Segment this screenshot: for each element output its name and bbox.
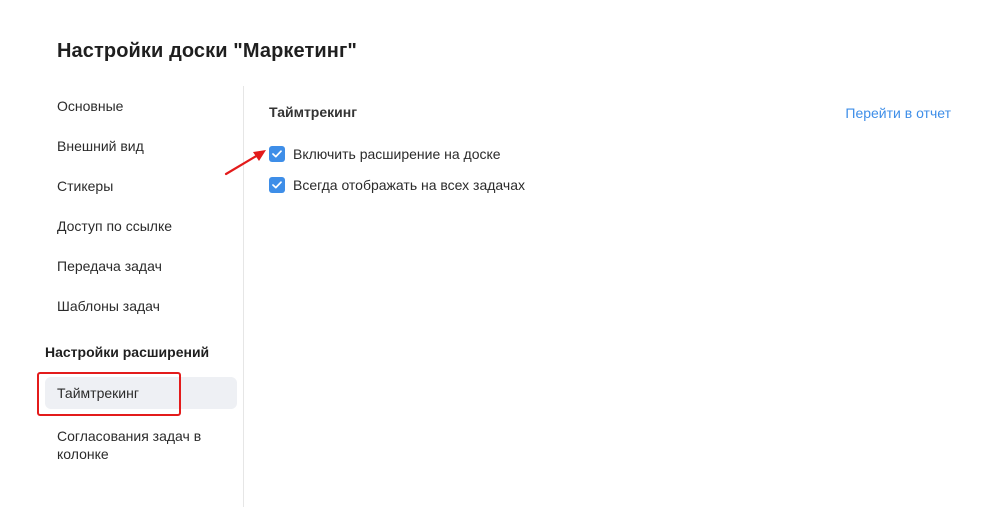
section-title: Таймтрекинг	[269, 104, 358, 120]
sidebar-item-general[interactable]: Основные	[57, 97, 123, 115]
sidebar-item-link-access[interactable]: Доступ по ссылке	[57, 217, 172, 235]
settings-sidebar: Основные Внешний вид Стикеры Доступ по с…	[0, 86, 244, 507]
checkmark-icon	[272, 181, 282, 189]
extensions-header: Настройки расширений	[45, 344, 210, 360]
sidebar-item-task-approvals[interactable]: Согласования задач в колонке	[57, 427, 232, 463]
sidebar-item-task-templates[interactable]: Шаблоны задач	[57, 297, 160, 315]
always-show-checkbox[interactable]	[269, 177, 285, 193]
sidebar-item-task-transfer[interactable]: Передача задач	[57, 257, 162, 275]
enable-extension-checkbox[interactable]	[269, 146, 285, 162]
sidebar-item-timetracking[interactable]: Таймтрекинг	[45, 377, 237, 409]
enable-extension-label: Включить расширение на доске	[293, 146, 501, 162]
report-link[interactable]: Перейти в отчет	[845, 105, 951, 121]
always-show-option[interactable]: Всегда отображать на всех задачах	[269, 177, 525, 193]
page-title: Настройки доски "Маркетинг"	[57, 40, 357, 62]
sidebar-item-appearance[interactable]: Внешний вид	[57, 137, 144, 155]
checkmark-icon	[272, 150, 282, 158]
sidebar-item-stickers[interactable]: Стикеры	[57, 177, 113, 195]
always-show-label: Всегда отображать на всех задачах	[293, 177, 525, 193]
enable-extension-option[interactable]: Включить расширение на доске	[269, 146, 501, 162]
